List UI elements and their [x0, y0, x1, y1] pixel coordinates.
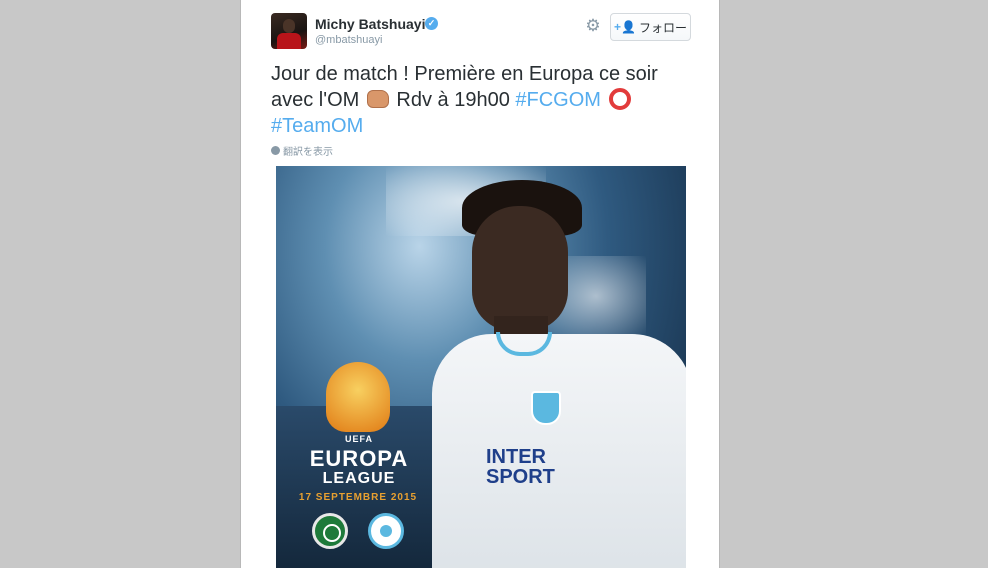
tweet-text-line1: Jour de match ! Première en Europa ce so…	[271, 63, 658, 85]
avatar-face	[283, 19, 295, 33]
league-label: LEAGUE	[322, 470, 396, 487]
globe-icon	[271, 146, 280, 155]
om-badge-icon	[368, 513, 404, 549]
tweet-text-line2-mid: Rdv à 19h00	[390, 89, 516, 111]
follow-label: フォロー	[638, 20, 687, 35]
avatar-shirt	[277, 33, 301, 49]
gear-icon[interactable]: ⚙	[584, 17, 602, 35]
user-handle[interactable]: @mbatshuayi	[315, 34, 382, 46]
hashtag-teamom[interactable]: #TeamOM	[271, 115, 363, 137]
add-user-icon: +👤	[614, 20, 636, 34]
translate-label: 翻訳を表示	[283, 147, 333, 158]
match-date-label: 17 SEPTEMBRE 2015	[298, 492, 418, 503]
avatar[interactable]	[271, 13, 307, 49]
europa-label: EUROPA	[309, 446, 409, 471]
translate-link[interactable]: 翻訳を表示	[271, 143, 333, 158]
om-crest-icon	[531, 391, 561, 425]
player-head	[472, 206, 568, 331]
hashtag-fcgom[interactable]: #FCGOM	[515, 89, 601, 111]
fist-emoji-icon	[366, 90, 389, 108]
player-shirt	[432, 334, 686, 568]
europa-league-trophy-icon	[326, 362, 390, 432]
tweet-media-image[interactable]: INTER SPORT UEFA EUROPA LEAGUE 17 SEPTEM…	[276, 166, 686, 568]
tweet-text: Jour de match ! Première en Europa ce so…	[271, 61, 701, 139]
verified-badge-icon: ✓	[425, 17, 438, 30]
tweet-card: Michy Batshuayi ✓ @mbatshuayi ⚙ +👤 フォロー …	[240, 0, 720, 568]
red-circle-emoji-icon	[608, 88, 631, 110]
user-name[interactable]: Michy Batshuayi	[315, 16, 425, 32]
uefa-label: UEFA	[344, 434, 373, 444]
follow-button[interactable]: +👤 フォロー	[610, 13, 691, 41]
tweet-text-line2-start: avec l'OM	[271, 89, 365, 111]
sponsor-logo-line2: SPORT	[486, 466, 555, 488]
groningen-badge-icon	[312, 513, 348, 549]
